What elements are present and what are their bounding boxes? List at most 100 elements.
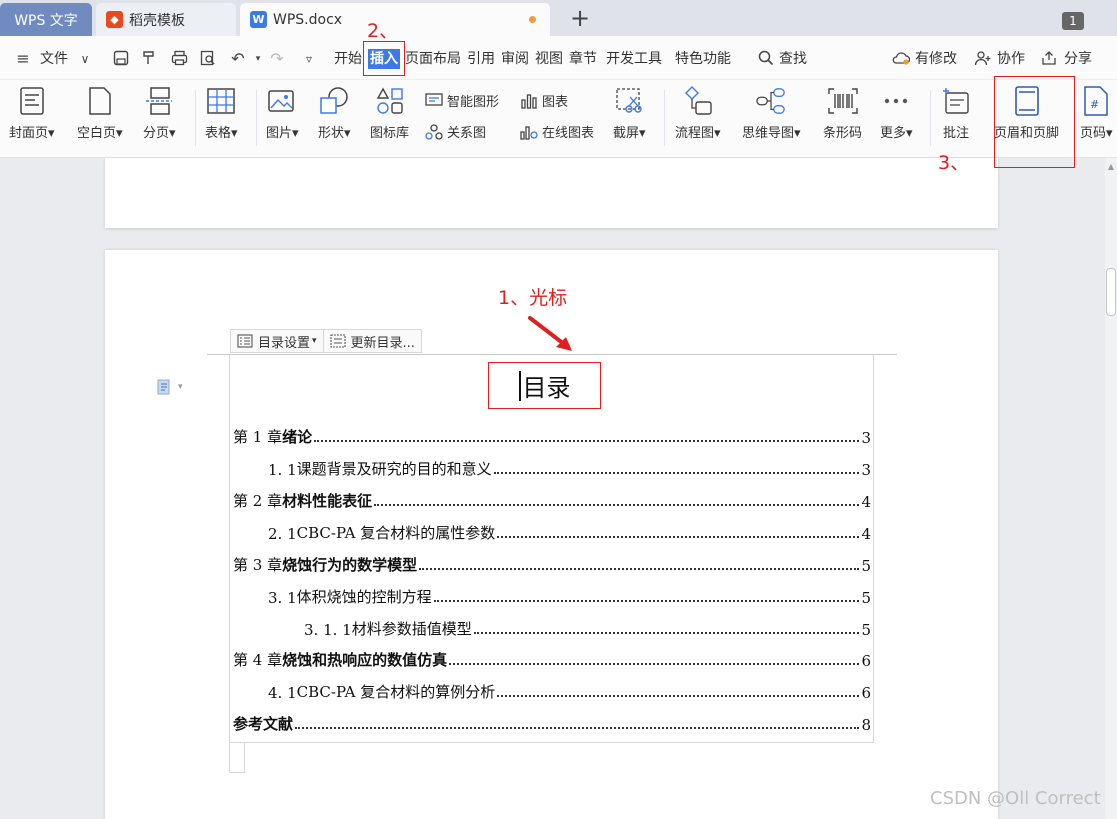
redo-icon[interactable]: ↷ — [268, 50, 286, 68]
page-break-label: 分页 — [143, 126, 170, 141]
toc-entry-number: 2. 1 — [268, 525, 297, 543]
tab-review[interactable]: 审阅 — [501, 49, 529, 69]
hamburger-menu-icon[interactable]: ≡ — [14, 50, 32, 68]
tab-page-layout[interactable]: 页面布局 — [405, 49, 461, 69]
screenshot-button[interactable]: 截屏▾ — [613, 86, 646, 141]
print-preview-icon[interactable] — [199, 50, 217, 68]
cloud-sync-icon[interactable] — [892, 50, 911, 68]
tab-view[interactable]: 视图 — [535, 49, 563, 69]
tab-wps-writer[interactable]: WPS 文字 — [0, 3, 92, 36]
toc-entry-title: 课题背景及研究的目的和意义 — [296, 460, 492, 478]
print-icon[interactable] — [170, 50, 188, 68]
toc-entry[interactable]: 3. 1 体积烧蚀的控制方程 5 — [268, 585, 871, 607]
chart-button[interactable]: 图表 — [520, 91, 568, 110]
tab-bar: WPS 文字 ◆ 稻壳模板 W WPS.docx + 1 — [0, 0, 1117, 36]
toc-entry-page: 5 — [861, 621, 871, 639]
ribbon-separator — [195, 90, 196, 146]
page-break-icon — [144, 86, 174, 116]
toc-entry-leader — [493, 472, 860, 474]
annotation-box-insert — [363, 41, 405, 76]
toc-entry-leader — [473, 632, 860, 634]
toc-entry-page: 6 — [861, 652, 871, 670]
share-button[interactable]: 分享 — [1064, 49, 1092, 69]
window-count-badge[interactable]: 1 — [1062, 12, 1084, 30]
scroll-up-icon[interactable]: ▲ — [1106, 162, 1116, 172]
toc-update-button[interactable]: 更新目录... — [324, 330, 421, 352]
search-icon[interactable] — [757, 50, 775, 68]
page-break-button[interactable]: 分页▾ — [143, 86, 176, 141]
toc-entry[interactable]: 1. 1 课题背景及研究的目的和意义 3 — [268, 457, 871, 479]
screenshot-label: 截屏 — [613, 126, 640, 141]
barcode-button[interactable]: 条形码 — [823, 86, 862, 141]
file-chevron-down-icon[interactable]: ∨ — [76, 50, 94, 68]
toc-entry-page: 3 — [861, 429, 871, 447]
save-icon[interactable] — [112, 50, 130, 68]
online-chart-icon — [520, 123, 538, 141]
collaborate-button[interactable]: 协作 — [997, 49, 1025, 69]
share-icon[interactable] — [1040, 50, 1058, 68]
scrollbar-thumb[interactable] — [1106, 268, 1116, 316]
ribbon-separator — [664, 90, 665, 146]
more-button[interactable]: 更多▾ — [880, 86, 913, 141]
toc-entry[interactable]: 第 3 章 烧蚀行为的数学模型 5 — [233, 553, 871, 575]
toc-entry-leader — [433, 600, 860, 602]
toc-update-label: 更新目录... — [350, 335, 415, 351]
icon-library-icon — [375, 86, 405, 116]
relation-chart-button[interactable]: 关系图 — [425, 122, 486, 141]
shape-label: 形状 — [318, 126, 345, 141]
changes-button[interactable]: 有修改 — [915, 49, 957, 69]
mindmap-button[interactable]: 思维导图▾ — [742, 86, 801, 141]
insert-ribbon: 封面页▾ 空白页▾ 分页▾ 表格▾ 图片▾ 形状▾ 图标库 智能图形 图表 关系… — [0, 80, 1117, 158]
screenshot-scissors-icon — [614, 86, 644, 116]
tab-daoke-label: 稻壳模板 — [129, 12, 185, 29]
toc-entry[interactable]: 第 4 章 烧蚀和热响应的数值仿真 6 — [233, 648, 871, 670]
previous-page[interactable] — [105, 158, 998, 228]
cover-page-button[interactable]: 封面页▾ — [9, 86, 55, 141]
toc-entry[interactable]: 参考文献 8 — [233, 712, 871, 734]
toc-entry[interactable]: 4. 1 CBC-PA 复合材料的算例分析 6 — [268, 680, 871, 702]
toc-entry-title: 烧蚀和热响应的数值仿真 — [282, 651, 448, 669]
toc-toolbar: 目录设置 ▾ 更新目录... — [230, 329, 422, 353]
toc-settings-button[interactable]: 目录设置 ▾ — [231, 330, 324, 352]
tab-reference[interactable]: 引用 — [467, 49, 495, 69]
blank-page-icon — [85, 86, 115, 116]
blank-page-button[interactable]: 空白页▾ — [77, 86, 123, 141]
undo-icon[interactable]: ↶ — [229, 50, 247, 68]
toc-entry-page: 8 — [861, 716, 871, 734]
toc-entry[interactable]: 3. 1. 1 材料参数插值模型 5 — [304, 617, 871, 639]
flowchart-button[interactable]: 流程图▾ — [675, 86, 721, 141]
comment-button[interactable]: 批注 — [941, 86, 971, 141]
quick-access-dropdown-icon[interactable]: ▿ — [300, 50, 318, 68]
new-tab-plus-icon[interactable]: + — [567, 4, 593, 32]
page-number-button[interactable]: # 页码▾ — [1080, 86, 1113, 141]
svg-text:#: # — [1090, 98, 1099, 111]
tab-special-features[interactable]: 特色功能 — [675, 49, 731, 69]
icon-library-button[interactable]: 图标库 — [370, 86, 409, 141]
paragraph-handle-icon[interactable]: ▾ — [156, 378, 190, 396]
online-chart-button[interactable]: 在线图表 — [520, 122, 594, 141]
format-painter-icon[interactable] — [140, 50, 158, 68]
undo-chevron-icon[interactable]: ▾ — [249, 50, 267, 68]
tab-start[interactable]: 开始 — [334, 49, 362, 69]
toc-update-icon — [329, 334, 346, 348]
toc-entry-title: CBC-PA 复合材料的算例分析 — [296, 683, 496, 701]
tab-dev-tools[interactable]: 开发工具 — [606, 49, 662, 69]
file-menu[interactable]: 文件 — [40, 49, 68, 69]
comment-icon — [941, 86, 971, 116]
smartart-button[interactable]: 智能图形 — [425, 91, 499, 110]
toc-entry[interactable]: 2. 1 CBC-PA 复合材料的属性参数 4 — [268, 521, 871, 543]
toc-entry[interactable]: 第 2 章 材料性能表征 4 — [233, 489, 871, 511]
picture-button[interactable]: 图片▾ — [266, 86, 299, 141]
find-button[interactable]: 查找 — [779, 49, 807, 69]
tab-daoke-templates[interactable]: ◆ 稻壳模板 — [96, 3, 236, 36]
toc-entry[interactable]: 第 1 章 绪论 3 — [233, 425, 871, 447]
shape-button[interactable]: 形状▾ — [318, 86, 351, 141]
collaborate-user-icon[interactable] — [974, 50, 992, 68]
vertical-scrollbar[interactable] — [1105, 158, 1117, 819]
tab-chapter[interactable]: 章节 — [569, 49, 597, 69]
toc-entry-number: 3. 1 — [268, 589, 297, 607]
menu-bar: ≡ 文件 ∨ ↶ ▾ ↷ ▿ 开始 插入 页面布局 引用 审阅 视图 章节 开发… — [0, 36, 1117, 80]
table-button[interactable]: 表格▾ — [205, 86, 238, 141]
online-chart-label: 在线图表 — [542, 126, 595, 141]
comment-label: 批注 — [942, 126, 969, 141]
